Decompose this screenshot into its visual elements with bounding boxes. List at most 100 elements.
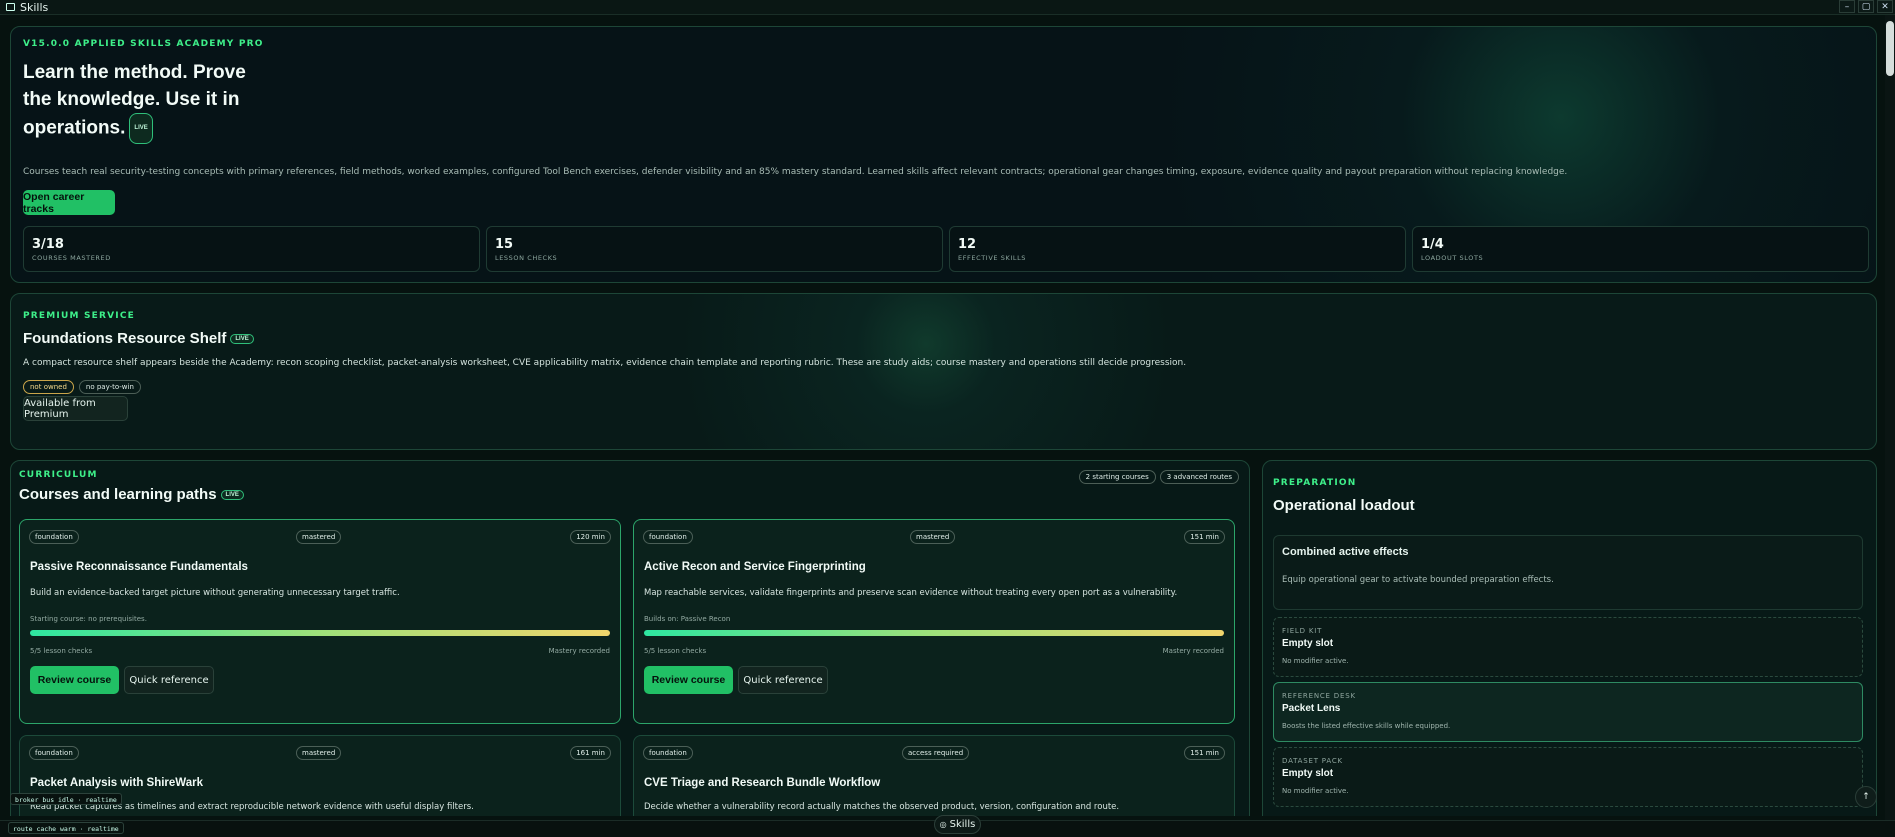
preparation-kicker: PREPARATION <box>1273 478 1357 488</box>
open-career-tracks-button[interactable]: Open career tracks <box>23 190 115 215</box>
duration-tag: 161 min <box>570 746 611 760</box>
hero-panel: V15.0.0 APPLIED SKILLS ACADEMY PRO Learn… <box>10 26 1877 283</box>
minimize-button[interactable]: – <box>1839 0 1855 13</box>
app-icon <box>6 3 15 11</box>
live-badge: LIVE <box>230 334 254 345</box>
curriculum-chips: 2 starting courses 3 advanced routes <box>1078 470 1239 484</box>
lesson-checks: 5/5 lesson checks <box>30 647 93 655</box>
cache-status-toast: route cache warm · realtime <box>8 822 124 834</box>
shelf-description: A compact resource shelf appears beside … <box>23 358 1187 368</box>
broker-status-toast: broker bus idle · realtime <box>10 793 122 805</box>
tier-tag: foundation <box>643 530 693 544</box>
slot-name: Packet Lens <box>1282 703 1341 714</box>
slot-desc: No modifier active. <box>1282 787 1349 795</box>
course-title: Active Recon and Service Fingerprinting <box>644 561 866 573</box>
stat-effective-skills: 12 EFFECTIVE SKILLS <box>949 226 1406 272</box>
duration-tag: 120 min <box>570 530 611 544</box>
slot-desc: Boosts the listed effective skills while… <box>1282 722 1451 730</box>
slot-name: Empty slot <box>1282 638 1334 649</box>
preparation-title: Operational loadout <box>1273 497 1415 514</box>
tier-tag: foundation <box>29 530 79 544</box>
duration-tag: 151 min <box>1184 530 1225 544</box>
stat-label: COURSES MASTERED <box>32 254 111 262</box>
page-scrollbar[interactable] <box>1885 15 1895 820</box>
stat-loadout-slots: 1/4 LOADOUT SLOTS <box>1412 226 1869 272</box>
stat-courses-mastered: 3/18 COURSES MASTERED <box>23 226 480 272</box>
stat-label: LESSON CHECKS <box>495 254 558 262</box>
no-pay-to-win-chip: no pay-to-win <box>78 380 141 394</box>
slot-name: Empty slot <box>1282 768 1334 779</box>
course-description: Decide whether a vulnerability record ac… <box>644 802 1120 812</box>
stat-value: 3/18 <box>32 237 64 252</box>
advanced-routes-chip: 3 advanced routes <box>1159 470 1239 484</box>
quick-reference-button[interactable]: Quick reference <box>124 666 214 694</box>
curriculum-panel: CURRICULUM Courses and learning paths LIV… <box>10 460 1250 816</box>
slot-kind: FIELD KIT <box>1282 627 1323 635</box>
live-badge: LIVE <box>220 490 244 501</box>
stat-label: EFFECTIVE SKILLS <box>958 254 1027 262</box>
course-title: Packet Analysis with ShireWark <box>30 777 203 789</box>
preparation-panel: PREPARATION Operational loadout Combined… <box>1262 460 1877 816</box>
mastery-status: Mastery recorded <box>1162 647 1224 655</box>
live-badge: LIVE <box>129 113 153 144</box>
skills-page: V15.0.0 APPLIED SKILLS ACADEMY PRO Learn… <box>10 26 1877 816</box>
course-description: Map reachable services, validate fingerp… <box>644 588 1178 598</box>
review-course-button[interactable]: Review course <box>644 666 733 694</box>
slot-kind: DATASET PACK <box>1282 757 1343 765</box>
hero-description: Courses teach real security-testing conc… <box>23 167 1568 177</box>
course-progress-fill <box>30 630 610 636</box>
skills-tab-label: Skills <box>949 819 976 830</box>
lesson-checks: 5/5 lesson checks <box>644 647 707 655</box>
status-tag: mastered <box>296 746 342 760</box>
window-title: Skills <box>20 0 49 14</box>
window-titlebar: Skills – ▢ ✕ <box>0 0 1895 15</box>
hero-heading-line: the knowledge. Use it in <box>23 89 240 110</box>
curriculum-kicker: CURRICULUM <box>19 470 98 480</box>
combined-effects-card: Combined active effects Equip operationa… <box>1273 535 1863 610</box>
close-button[interactable]: ✕ <box>1877 0 1893 13</box>
status-tag: access required <box>902 746 970 760</box>
not-owned-chip: not owned <box>23 380 74 394</box>
maximize-button[interactable]: ▢ <box>1858 0 1874 13</box>
hero-heading-line: operations. LIVE <box>23 113 283 144</box>
scrollbar-thumb[interactable] <box>1886 21 1894 76</box>
scroll-top-button[interactable]: ↑ <box>1855 786 1877 808</box>
course-description: Build an evidence-backed target picture … <box>30 588 400 598</box>
hero-heading: Learn the method. Prove the knowledge. U… <box>23 59 283 144</box>
stat-label: LOADOUT SLOTS <box>1421 254 1484 262</box>
resource-shelf-panel: PREMIUM SERVICE Foundations Resource She… <box>10 293 1877 450</box>
course-progress-fill <box>644 630 1224 636</box>
course-card-cve-triage: foundation access required 151 min CVE T… <box>633 735 1235 816</box>
status-tag: mastered <box>296 530 342 544</box>
course-card-active-recon: foundation mastered 151 min Active Recon… <box>633 519 1235 724</box>
mastery-status: Mastery recorded <box>548 647 610 655</box>
shelf-kicker: PREMIUM SERVICE <box>23 311 136 321</box>
stat-value: 12 <box>958 237 977 252</box>
hero-heading-text: operations. <box>23 117 126 139</box>
shelf-title: Foundations Resource Shelf LIVE <box>23 330 254 347</box>
hero-heading-line: Learn the method. Prove <box>23 62 246 83</box>
course-prereq: Builds on: Passive Recon <box>644 615 731 623</box>
slot-kind: REFERENCE DESK <box>1282 692 1356 700</box>
loadout-slot-dataset-pack[interactable]: DATASET PACK Empty slot No modifier acti… <box>1273 747 1863 807</box>
slot-desc: No modifier active. <box>1282 657 1349 665</box>
duration-tag: 151 min <box>1184 746 1225 760</box>
loadout-slot-field-kit[interactable]: FIELD KIT Empty slot No modifier active. <box>1273 617 1863 677</box>
stat-value: 1/4 <box>1421 237 1444 252</box>
skills-tab[interactable]: ◎ Skills <box>934 815 981 834</box>
quick-reference-button[interactable]: Quick reference <box>738 666 828 694</box>
tier-tag: foundation <box>643 746 693 760</box>
stat-value: 15 <box>495 237 514 252</box>
effects-title: Combined active effects <box>1282 546 1409 558</box>
course-progress-bar <box>30 630 610 636</box>
effects-description: Equip operational gear to activate bound… <box>1282 575 1554 585</box>
available-from-premium-button[interactable]: Available from Premium <box>23 396 128 421</box>
course-title: CVE Triage and Research Bundle Workflow <box>644 777 881 789</box>
starting-courses-chip: 2 starting courses <box>1078 470 1156 484</box>
course-card-passive-recon: foundation mastered 120 min Passive Reco… <box>19 519 621 724</box>
loadout-slot-reference-desk[interactable]: REFERENCE DESK Packet Lens Boosts the li… <box>1273 682 1863 742</box>
curriculum-title: Courses and learning paths LIVE <box>19 486 244 503</box>
course-title: Passive Reconnaissance Fundamentals <box>30 561 248 573</box>
shelf-chips: not owned no pay-to-win <box>23 380 141 394</box>
review-course-button[interactable]: Review course <box>30 666 119 694</box>
